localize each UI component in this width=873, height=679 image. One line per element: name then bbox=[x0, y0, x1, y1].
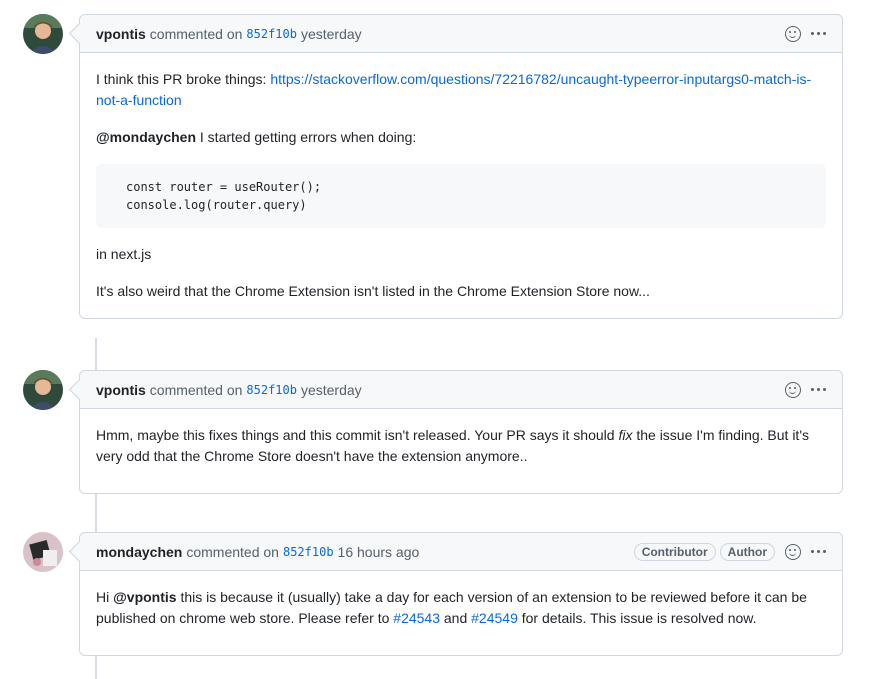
comment-text: Hmm, maybe this fixes things and this co… bbox=[96, 427, 619, 443]
comment-text: and bbox=[440, 610, 472, 626]
comment-action: commented on bbox=[149, 25, 243, 42]
smiley-icon[interactable] bbox=[785, 543, 801, 560]
author-badge: Author bbox=[719, 542, 775, 561]
smiley-icon[interactable] bbox=[785, 381, 801, 398]
comment-header: vpontis commented on 852f10b yesterday bbox=[80, 15, 842, 53]
mention-link[interactable]: @vpontis bbox=[113, 589, 176, 605]
issue-link-24543[interactable]: #24543 bbox=[393, 610, 440, 626]
commit-sha-link[interactable]: 852f10b bbox=[246, 27, 297, 41]
avatar-vpontis[interactable] bbox=[23, 370, 63, 410]
comment-body: I think this PR broke things: https://st… bbox=[80, 53, 842, 318]
comment-card: vpontis commented on 852f10b yesterday I… bbox=[79, 14, 843, 319]
smiley-icon[interactable] bbox=[785, 25, 801, 42]
code-line: console.log(router.query) bbox=[126, 198, 307, 212]
contributor-badge: Contributor bbox=[633, 542, 716, 561]
kebab-horizontal-icon[interactable] bbox=[811, 32, 826, 35]
comment-text: It's also weird that the Chrome Extensio… bbox=[96, 283, 650, 299]
comment-text: for details. This issue is resolved now. bbox=[517, 610, 757, 626]
comment-text: in next.js bbox=[96, 246, 152, 262]
code-line: const router = useRouter(); bbox=[126, 180, 322, 194]
comment-author[interactable]: vpontis bbox=[96, 382, 146, 398]
comment-card: vpontis commented on 852f10b yesterday H… bbox=[79, 370, 843, 494]
comment-card: mondaychen commented on 852f10b 16 hours… bbox=[79, 532, 843, 656]
comment-header: vpontis commented on 852f10b yesterday bbox=[80, 371, 842, 409]
mention-link[interactable]: @mondaychen bbox=[96, 129, 196, 145]
avatar-vpontis[interactable] bbox=[23, 14, 63, 54]
comment-time[interactable]: 16 hours ago bbox=[338, 544, 420, 560]
comment-author[interactable]: mondaychen bbox=[96, 544, 182, 560]
comment-header: mondaychen commented on 852f10b 16 hours… bbox=[80, 533, 842, 571]
kebab-horizontal-icon[interactable] bbox=[811, 550, 826, 553]
comment-time[interactable]: yesterday bbox=[301, 26, 362, 42]
emphasis-text: fix bbox=[618, 427, 633, 443]
comment-action: commented on bbox=[186, 543, 279, 560]
comment-body: Hi @vpontis this is because it (usually)… bbox=[80, 571, 842, 655]
issue-link-24549[interactable]: #24549 bbox=[471, 610, 518, 626]
code-block: const router = useRouter(); console.log(… bbox=[96, 164, 826, 228]
comment-action: commented on bbox=[149, 381, 243, 398]
commit-sha-link[interactable]: 852f10b bbox=[246, 383, 297, 397]
comment-text: I started getting errors when doing: bbox=[196, 129, 417, 145]
kebab-horizontal-icon[interactable] bbox=[811, 388, 826, 391]
comment-author[interactable]: vpontis bbox=[96, 26, 146, 42]
comment-time[interactable]: yesterday bbox=[301, 382, 362, 398]
comment-text: I think this PR broke things: bbox=[96, 71, 271, 87]
avatar-mondaychen[interactable] bbox=[23, 532, 63, 572]
commit-sha-link[interactable]: 852f10b bbox=[283, 545, 334, 559]
comment-text: Hi bbox=[96, 589, 114, 605]
comment-body: Hmm, maybe this fixes things and this co… bbox=[80, 409, 842, 493]
